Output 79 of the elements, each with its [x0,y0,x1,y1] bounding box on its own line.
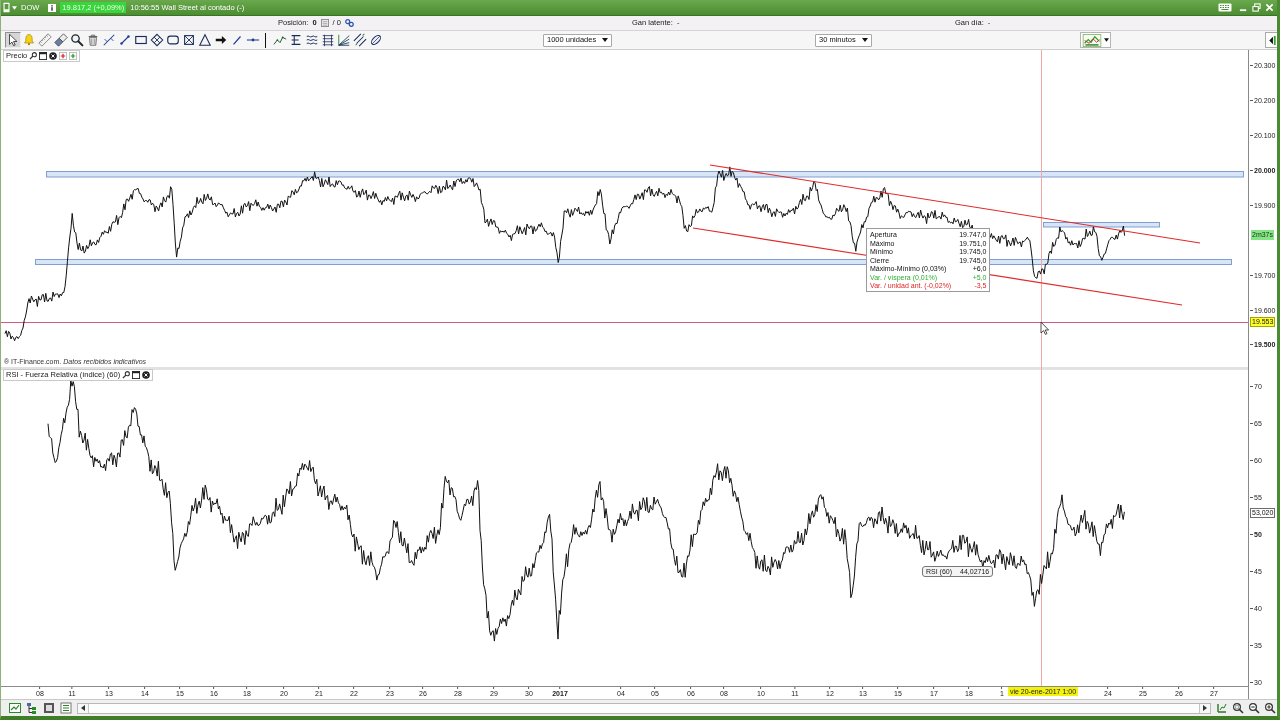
line-chart-icon [9,702,21,714]
trash-icon [86,33,100,47]
line-tool-button[interactable] [101,32,117,48]
bell-icon [22,33,36,47]
phone-icon [3,2,10,13]
magnifier-tool-button[interactable] [69,32,85,48]
caret-icon [1104,38,1109,42]
plus-icon[interactable] [69,52,78,60]
wavy-lines-icon [305,33,319,47]
chart-type-button[interactable] [1080,32,1111,48]
close-icon[interactable] [142,371,151,379]
close-icon [1265,3,1274,12]
crossed-diamond-tool-button[interactable] [149,32,165,48]
ellipse-tool-button[interactable] [368,32,384,48]
fan-lines-icon [337,33,351,47]
list-button[interactable] [59,701,73,715]
hatched-lines-icon [353,33,367,47]
pointer-icon [6,33,20,47]
arrow-right-icon [1203,705,1207,711]
scroll-left-button[interactable] [78,703,88,713]
hierarchy-icon [26,702,38,714]
rounded-square-tool-button[interactable] [165,32,181,48]
restore-icon [1252,3,1261,12]
window-icon[interactable] [132,371,141,379]
hatched-lines-tool-button[interactable] [352,32,368,48]
zoom-fit-icon [1232,702,1244,714]
grid-lines-tool-button[interactable] [320,32,336,48]
plus-icon[interactable] [59,52,68,60]
grid-lines-icon [321,33,335,47]
magnifier-icon[interactable] [29,52,38,60]
segment-tool-button[interactable] [117,32,133,48]
zoom-in-icon [1264,702,1276,714]
caret-icon [602,38,609,42]
crossed-diamond-icon [150,33,164,47]
zoom-fit-button[interactable] [1231,701,1245,715]
magnifier-icon[interactable] [122,371,131,379]
hierarchy-button[interactable] [25,701,39,715]
segment-icon [118,33,132,47]
scrollbar-thumb[interactable] [88,703,1200,713]
link-icon[interactable] [344,19,354,27]
triangle-icon [198,33,212,47]
window-icon[interactable] [39,52,48,60]
horizontal-band[interactable] [1043,222,1160,228]
axis-chart-icon [1216,702,1228,714]
panel-toggle-button[interactable] [1265,32,1277,48]
crossed-square-tool-button[interactable] [181,32,197,48]
rounded-square-icon [166,33,180,47]
frame-button[interactable] [42,701,56,715]
arrow-left-icon [81,705,85,711]
device-menu-button[interactable] [3,2,17,13]
bracket-lines-icon [289,33,303,47]
list-icon[interactable] [320,19,329,27]
keyboard-icon [1218,3,1232,12]
mouse-cursor-icon [1040,321,1049,335]
horizontal-band[interactable] [35,259,1232,265]
rectangle-icon [134,33,148,47]
eraser-tool-button[interactable] [53,32,69,48]
line-icon [102,33,116,47]
wavy-lines-tool-button[interactable] [304,32,320,48]
crossed-square-icon [182,33,196,47]
caret-icon [862,38,868,42]
info-icon[interactable] [48,3,57,12]
zoom-out-icon [1248,702,1260,714]
close-icon[interactable] [49,52,58,60]
scroll-right-button[interactable] [1200,703,1210,713]
caret-icon [12,5,17,10]
keyboard-button[interactable] [1218,3,1232,12]
restore-button[interactable] [1252,3,1261,12]
list-icon [60,702,72,714]
zoom-in-button[interactable] [1263,701,1277,715]
zoom-out-button[interactable] [1247,701,1261,715]
left-triangle-icon [1267,34,1276,46]
add-chart-button[interactable] [8,701,22,715]
diagonal-line-icon [230,33,244,47]
pointer-tool-button[interactable] [5,32,21,48]
close-button[interactable] [1265,3,1274,12]
frame-icon [43,702,55,714]
fan-lines-tool-button[interactable] [336,32,352,48]
triangle-tool-button[interactable] [197,32,213,48]
